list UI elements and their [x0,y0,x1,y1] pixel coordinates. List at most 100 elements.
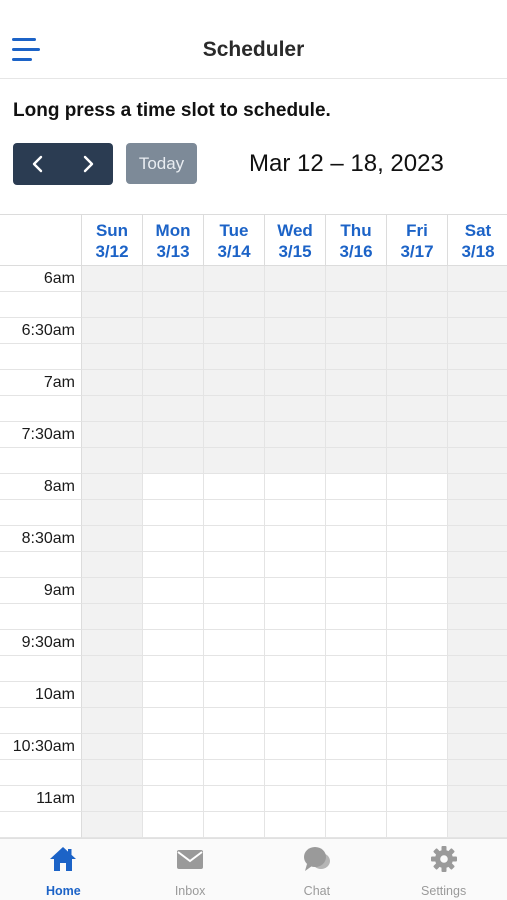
time-slot-cell[interactable] [448,760,507,786]
time-slot-cell[interactable] [387,812,448,838]
time-slot-cell[interactable] [143,526,204,552]
time-slot-cell[interactable] [387,604,448,630]
time-slot-cell[interactable] [387,318,448,344]
time-slot-cell[interactable] [204,292,265,318]
time-slot-cell[interactable] [387,500,448,526]
time-slot-cell[interactable] [82,266,143,292]
time-slot-cell[interactable] [82,760,143,786]
time-slot-cell[interactable] [82,812,143,838]
time-slot-cell[interactable] [82,682,143,708]
time-slot-cell[interactable] [387,266,448,292]
time-slot-cell[interactable] [143,578,204,604]
time-slot-cell[interactable] [82,656,143,682]
time-slot-cell[interactable] [448,682,507,708]
time-slot-cell[interactable] [143,448,204,474]
time-slot-cell[interactable] [448,500,507,526]
time-slot-cell[interactable] [265,630,326,656]
time-slot-cell[interactable] [204,526,265,552]
time-slot-cell[interactable] [326,266,387,292]
time-slot-cell[interactable] [82,448,143,474]
time-slot-cell[interactable] [82,292,143,318]
tab-settings[interactable]: Settings [380,839,507,900]
time-slot-cell[interactable] [387,682,448,708]
time-slot-cell[interactable] [326,370,387,396]
time-slot-cell[interactable] [204,266,265,292]
day-header-sun[interactable]: Sun 3/12 [82,215,143,266]
time-slot-cell[interactable] [448,552,507,578]
day-header-mon[interactable]: Mon 3/13 [143,215,204,266]
time-slot-cell[interactable] [448,630,507,656]
time-slot-cell[interactable] [204,760,265,786]
time-slot-cell[interactable] [387,552,448,578]
time-slot-cell[interactable] [387,630,448,656]
time-slot-cell[interactable] [326,526,387,552]
time-slot-cell[interactable] [448,448,507,474]
time-slot-cell[interactable] [387,370,448,396]
time-slot-cell[interactable] [265,734,326,760]
time-slot-cell[interactable] [387,786,448,812]
time-slot-cell[interactable] [326,708,387,734]
time-slot-cell[interactable] [143,500,204,526]
time-slot-cell[interactable] [204,786,265,812]
time-slot-cell[interactable] [143,370,204,396]
time-slot-cell[interactable] [204,318,265,344]
time-slot-cell[interactable] [82,604,143,630]
time-slot-cell[interactable] [265,422,326,448]
tab-chat[interactable]: Chat [254,839,381,900]
time-slot-cell[interactable] [326,630,387,656]
time-slot-cell[interactable] [326,760,387,786]
time-slot-cell[interactable] [387,526,448,552]
time-slot-cell[interactable] [143,292,204,318]
time-slot-cell[interactable] [326,448,387,474]
time-slot-cell[interactable] [204,708,265,734]
time-slot-cell[interactable] [143,396,204,422]
time-slot-cell[interactable] [326,786,387,812]
time-slot-cell[interactable] [265,604,326,630]
time-slot-cell[interactable] [326,344,387,370]
time-slot-cell[interactable] [82,318,143,344]
time-slot-cell[interactable] [265,448,326,474]
time-slot-cell[interactable] [448,708,507,734]
time-slot-cell[interactable] [448,656,507,682]
time-slot-cell[interactable] [204,812,265,838]
time-slot-cell[interactable] [204,500,265,526]
time-slot-cell[interactable] [326,812,387,838]
tab-inbox[interactable]: Inbox [127,839,254,900]
time-slot-cell[interactable] [265,656,326,682]
day-header-sat[interactable]: Sat 3/18 [448,215,507,266]
time-slot-cell[interactable] [387,578,448,604]
time-slot-cell[interactable] [448,474,507,500]
time-slot-cell[interactable] [448,526,507,552]
time-slot-cell[interactable] [265,500,326,526]
time-slot-cell[interactable] [82,734,143,760]
time-slot-cell[interactable] [82,396,143,422]
time-slot-cell[interactable] [265,370,326,396]
time-slot-cell[interactable] [265,812,326,838]
time-slot-cell[interactable] [143,422,204,448]
time-slot-cell[interactable] [387,396,448,422]
time-slot-cell[interactable] [204,344,265,370]
time-slot-cell[interactable] [326,396,387,422]
time-slot-cell[interactable] [143,318,204,344]
tab-home[interactable]: Home [0,839,127,900]
day-header-thu[interactable]: Thu 3/16 [326,215,387,266]
time-slot-cell[interactable] [204,682,265,708]
time-slot-cell[interactable] [82,786,143,812]
next-week-button[interactable] [63,143,113,185]
time-slot-cell[interactable] [204,422,265,448]
time-slot-cell[interactable] [448,578,507,604]
time-slot-cell[interactable] [82,630,143,656]
time-slot-cell[interactable] [143,344,204,370]
time-slot-cell[interactable] [387,760,448,786]
time-slot-cell[interactable] [448,734,507,760]
time-slot-cell[interactable] [326,422,387,448]
time-slot-cell[interactable] [204,630,265,656]
time-slot-cell[interactable] [143,552,204,578]
time-slot-cell[interactable] [82,500,143,526]
time-slot-cell[interactable] [143,266,204,292]
time-slot-cell[interactable] [204,552,265,578]
time-slot-cell[interactable] [143,786,204,812]
time-slot-cell[interactable] [387,708,448,734]
time-slot-cell[interactable] [448,396,507,422]
time-slot-cell[interactable] [387,656,448,682]
